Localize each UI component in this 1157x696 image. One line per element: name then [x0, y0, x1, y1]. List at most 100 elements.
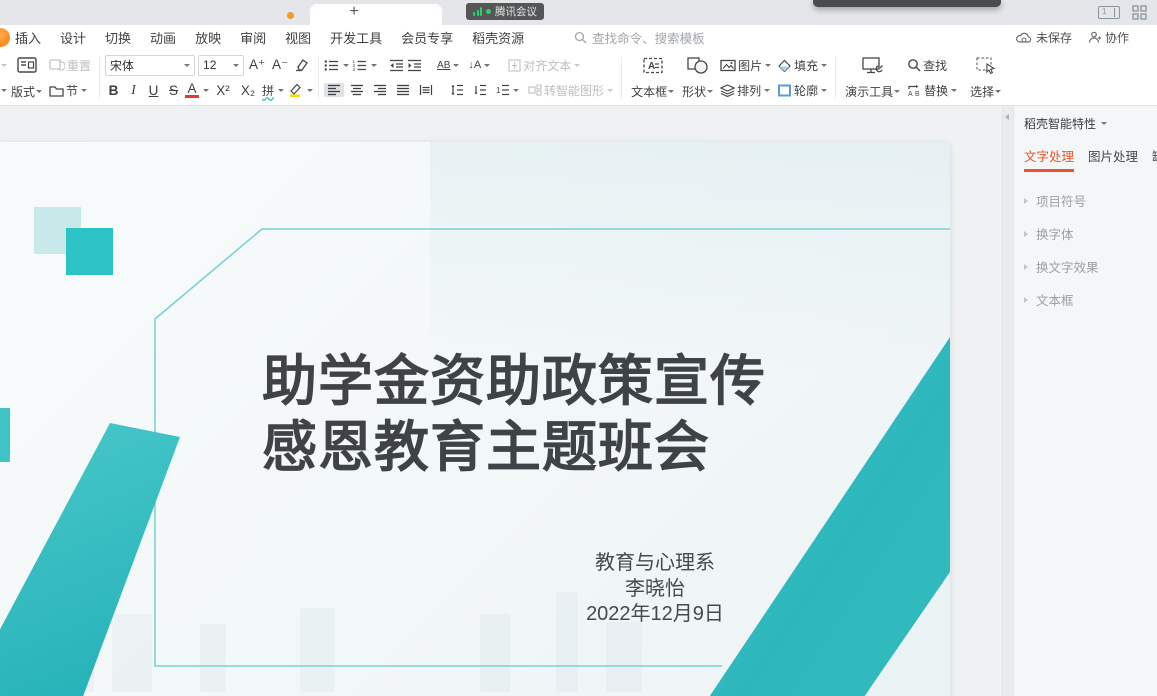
font-color-button[interactable]: A — [185, 83, 199, 98]
menu-insert[interactable]: 插入 — [15, 28, 41, 47]
new-tab-button[interactable]: + — [344, 2, 364, 22]
subscript-button[interactable]: X₂ — [237, 83, 259, 98]
section-button[interactable]: 节 — [46, 79, 94, 102]
menu-view[interactable]: 视图 — [285, 28, 311, 47]
outline-button[interactable]: 轮廓 — [774, 79, 830, 102]
menu-docer-resources[interactable]: 稻壳资源 — [472, 28, 524, 47]
arrange-button[interactable]: 排列 — [717, 79, 774, 102]
phonetic-chevron[interactable] — [278, 89, 284, 92]
decor-square-edge — [0, 408, 10, 462]
underline-button[interactable]: U — [145, 83, 162, 98]
slide-1[interactable]: 助学金资助政策宣传 感恩教育主题班会 教育与心理系 李晓怡 2022年12月9日 — [0, 142, 950, 696]
meeting-live-dot-icon — [486, 9, 491, 14]
menu-transition[interactable]: 切换 — [105, 28, 131, 47]
reset-button[interactable]: 重置 — [46, 54, 94, 77]
replace-label: 替换 — [924, 82, 948, 99]
font-name-combo[interactable]: 宋体 — [105, 55, 195, 76]
save-status[interactable]: 未保存 — [1016, 29, 1072, 46]
active-document-tab[interactable] — [310, 4, 442, 25]
panel-tab-missing-fonts[interactable]: 缺失字体 — [1152, 146, 1157, 172]
presentation-tools-button[interactable]: 演示工具 — [841, 54, 904, 102]
text-orientation-button[interactable]: ↓A — [465, 58, 493, 72]
menu-animation[interactable]: 动画 — [150, 28, 176, 47]
slide-layout-button[interactable]: 版式 — [7, 54, 46, 102]
collaborate-button[interactable]: 协作 — [1088, 29, 1129, 46]
align-text-button[interactable]: 对齐文本 — [505, 56, 583, 75]
expand-arrow-icon — [1024, 297, 1028, 303]
select-button[interactable]: 选择 — [966, 54, 1005, 102]
menu-slideshow[interactable]: 放映 — [195, 28, 221, 47]
bold-button[interactable]: B — [105, 83, 122, 98]
shapes-button[interactable]: 形状 — [678, 54, 717, 102]
panel-item-change-font[interactable]: 换字体 — [1024, 217, 1157, 250]
collaborate-label: 协作 — [1105, 29, 1129, 46]
panel-title-dropdown[interactable]: 稻壳智能特性 — [1024, 115, 1157, 132]
expand-arrow-icon — [1024, 198, 1028, 204]
align-left-button[interactable] — [324, 83, 344, 97]
italic-button[interactable]: I — [125, 82, 142, 98]
layout-label: 版式 — [11, 83, 35, 100]
increase-indent-icon[interactable] — [407, 59, 422, 72]
app-logo-icon[interactable] — [0, 28, 10, 47]
highlight-chevron[interactable] — [307, 89, 313, 92]
menu-design[interactable]: 设计 — [60, 28, 86, 47]
menu-developer[interactable]: 开发工具 — [330, 28, 382, 47]
fill-button[interactable]: 填充 — [774, 54, 830, 77]
meeting-floating-bar[interactable] — [813, 0, 1001, 7]
textbox-button[interactable]: A 文本框 — [627, 54, 678, 102]
convert-smartart-button[interactable]: 转智能图形 — [525, 81, 616, 100]
line-spacing-button[interactable] — [447, 83, 467, 97]
arrange-icon — [720, 84, 735, 97]
find-button[interactable]: 查找 — [904, 54, 960, 77]
textbox-label: 文本框 — [631, 83, 667, 100]
presentation-tools-label: 演示工具 — [845, 83, 893, 100]
workspace-grid-icon[interactable] — [1132, 5, 1147, 20]
window-pane-divider — [1114, 8, 1115, 17]
panel-tab-image-processing[interactable]: 图片处理 — [1088, 146, 1138, 172]
numbered-list-icon[interactable]: 123 — [352, 59, 367, 72]
panel-item-label: 文本框 — [1036, 290, 1074, 309]
paragraph-spacing-button[interactable] — [470, 83, 490, 97]
unsaved-dot-icon — [287, 12, 294, 19]
decrease-indent-icon[interactable] — [389, 59, 404, 72]
panel-item-text-effects[interactable]: 换文字效果 — [1024, 250, 1157, 283]
replace-button[interactable]: AB 替换 — [904, 79, 960, 102]
editing-canvas[interactable]: 助学金资助政策宣传 感恩教育主题班会 教育与心理系 李晓怡 2022年12月9日 — [0, 106, 1002, 696]
decrease-font-button[interactable]: A⁻ — [270, 57, 290, 73]
align-right-button[interactable] — [370, 83, 390, 97]
menu-review[interactable]: 审阅 — [240, 28, 266, 47]
line-options-button[interactable]: 1 — [493, 83, 522, 97]
expand-arrow-icon — [1024, 264, 1028, 270]
align-center-button[interactable] — [347, 83, 367, 97]
slide-title-line2: 感恩教育主题班会 — [262, 414, 766, 480]
distribute-button[interactable] — [416, 83, 436, 97]
slide-title[interactable]: 助学金资助政策宣传 感恩教育主题班会 — [262, 348, 766, 480]
strikethrough-button[interactable]: S — [165, 83, 182, 98]
person-icon — [1088, 31, 1101, 44]
smartart-icon — [528, 84, 542, 96]
picture-button[interactable]: 图片 — [717, 54, 774, 77]
bullet-list-icon[interactable] — [324, 59, 339, 72]
panel-item-textbox[interactable]: 文本框 — [1024, 283, 1157, 316]
phonetic-guide-button[interactable]: 拼 — [262, 82, 274, 99]
panel-item-label: 项目符号 — [1036, 191, 1086, 210]
command-search-box[interactable]: 查找命令、搜索模板 — [574, 28, 705, 47]
highlight-pen-icon[interactable] — [287, 83, 303, 97]
panel-collapse-strip[interactable] — [1002, 106, 1013, 696]
reset-label: 重置 — [67, 57, 91, 74]
panel-item-bullets[interactable]: 项目符号 — [1024, 184, 1157, 217]
window-layout-icon[interactable]: 1 — [1098, 6, 1120, 19]
panel-item-label: 换文字效果 — [1036, 257, 1099, 276]
superscript-button[interactable]: X² — [212, 83, 234, 98]
font-size-combo[interactable]: 12 — [198, 55, 244, 76]
panel-tab-text-processing[interactable]: 文字处理 — [1024, 146, 1074, 172]
font-color-chevron[interactable] — [203, 89, 209, 92]
panel-collapse-icon — [1005, 114, 1009, 120]
clear-format-icon[interactable] — [293, 58, 309, 72]
slide-subtitle[interactable]: 教育与心理系 李晓怡 2022年12月9日 — [505, 551, 805, 628]
menu-membership[interactable]: 会员专享 — [401, 28, 453, 47]
increase-font-button[interactable]: A⁺ — [247, 57, 267, 73]
tencent-meeting-badge[interactable]: 腾讯会议 — [466, 3, 544, 20]
justify-button[interactable] — [393, 83, 413, 97]
text-direction-button[interactable]: AB — [434, 59, 462, 72]
